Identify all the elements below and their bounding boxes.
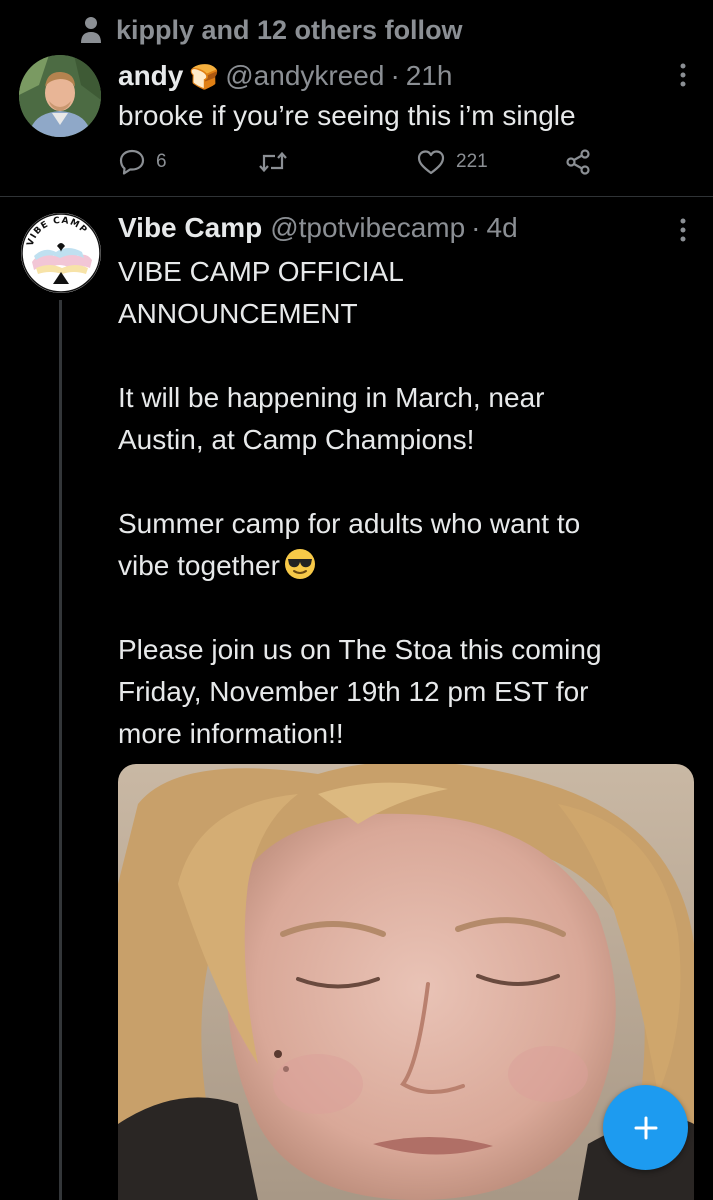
thread-line: [59, 300, 62, 1200]
tweet-header: Vibe Camp @tpotvibecamp · 4d: [118, 210, 518, 246]
like-count: 221: [456, 151, 488, 172]
tweet-header: andy 🍞 @andykreed · 21h: [118, 58, 452, 96]
tweet-paragraph-text: Summer camp for adults who want to vibe …: [118, 508, 581, 581]
share-icon: [566, 149, 590, 175]
plus-icon: [634, 1116, 657, 1139]
timestamp[interactable]: 21h: [406, 58, 453, 94]
share-button[interactable]: [564, 148, 592, 176]
heart-icon: [417, 150, 445, 175]
reply-button[interactable]: 6: [118, 148, 167, 176]
tweet-paragraph: It will be happening in March, near Aust…: [118, 382, 545, 455]
sunglasses-emoji-icon: [284, 549, 315, 579]
author-handle[interactable]: @andykreed: [225, 58, 384, 94]
like-button[interactable]: 221: [416, 148, 488, 176]
more-options-icon[interactable]: [679, 62, 687, 88]
tweet-paragraph: Summer camp for adults who want to vibe …: [118, 503, 678, 587]
vibe-camp-logo: VIBE CAMP: [21, 213, 101, 293]
separator: ·: [390, 60, 400, 91]
more-options-icon[interactable]: [679, 217, 687, 243]
tweet-paragraph: VIBE CAMP OFFICIAL ANNOUNCEMENT: [118, 256, 404, 329]
tweet-text: brooke if you’re seeing this i’m single: [118, 100, 576, 131]
author-name[interactable]: Vibe Camp: [118, 210, 262, 246]
tweet-paragraph: Please join us on The Stoa this coming F…: [118, 634, 602, 749]
retweet-icon: [259, 151, 287, 173]
separator: ·: [471, 212, 481, 243]
andy-avatar-image: [19, 55, 101, 137]
avatar[interactable]: [19, 55, 101, 137]
tweet-divider: [0, 196, 713, 197]
retweet-button[interactable]: [258, 148, 298, 176]
social-context-text: kipply and 12 others follow: [116, 14, 463, 45]
timestamp[interactable]: 4d: [487, 210, 518, 246]
social-context[interactable]: kipply and 12 others follow: [80, 12, 463, 48]
compose-button[interactable]: [603, 1085, 688, 1170]
reply-count: 6: [156, 151, 167, 172]
author-handle[interactable]: @tpotvibecamp: [270, 210, 465, 246]
bread-icon: 🍞: [189, 64, 220, 91]
tweet-actions: 6 221: [118, 148, 598, 184]
author-name[interactable]: andy: [118, 58, 183, 94]
tweet-text: VIBE CAMP OFFICIAL ANNOUNCEMENT It will …: [118, 251, 678, 755]
reply-icon: [119, 149, 145, 175]
avatar[interactable]: VIBE CAMP: [20, 212, 102, 294]
person-icon: [81, 17, 101, 43]
